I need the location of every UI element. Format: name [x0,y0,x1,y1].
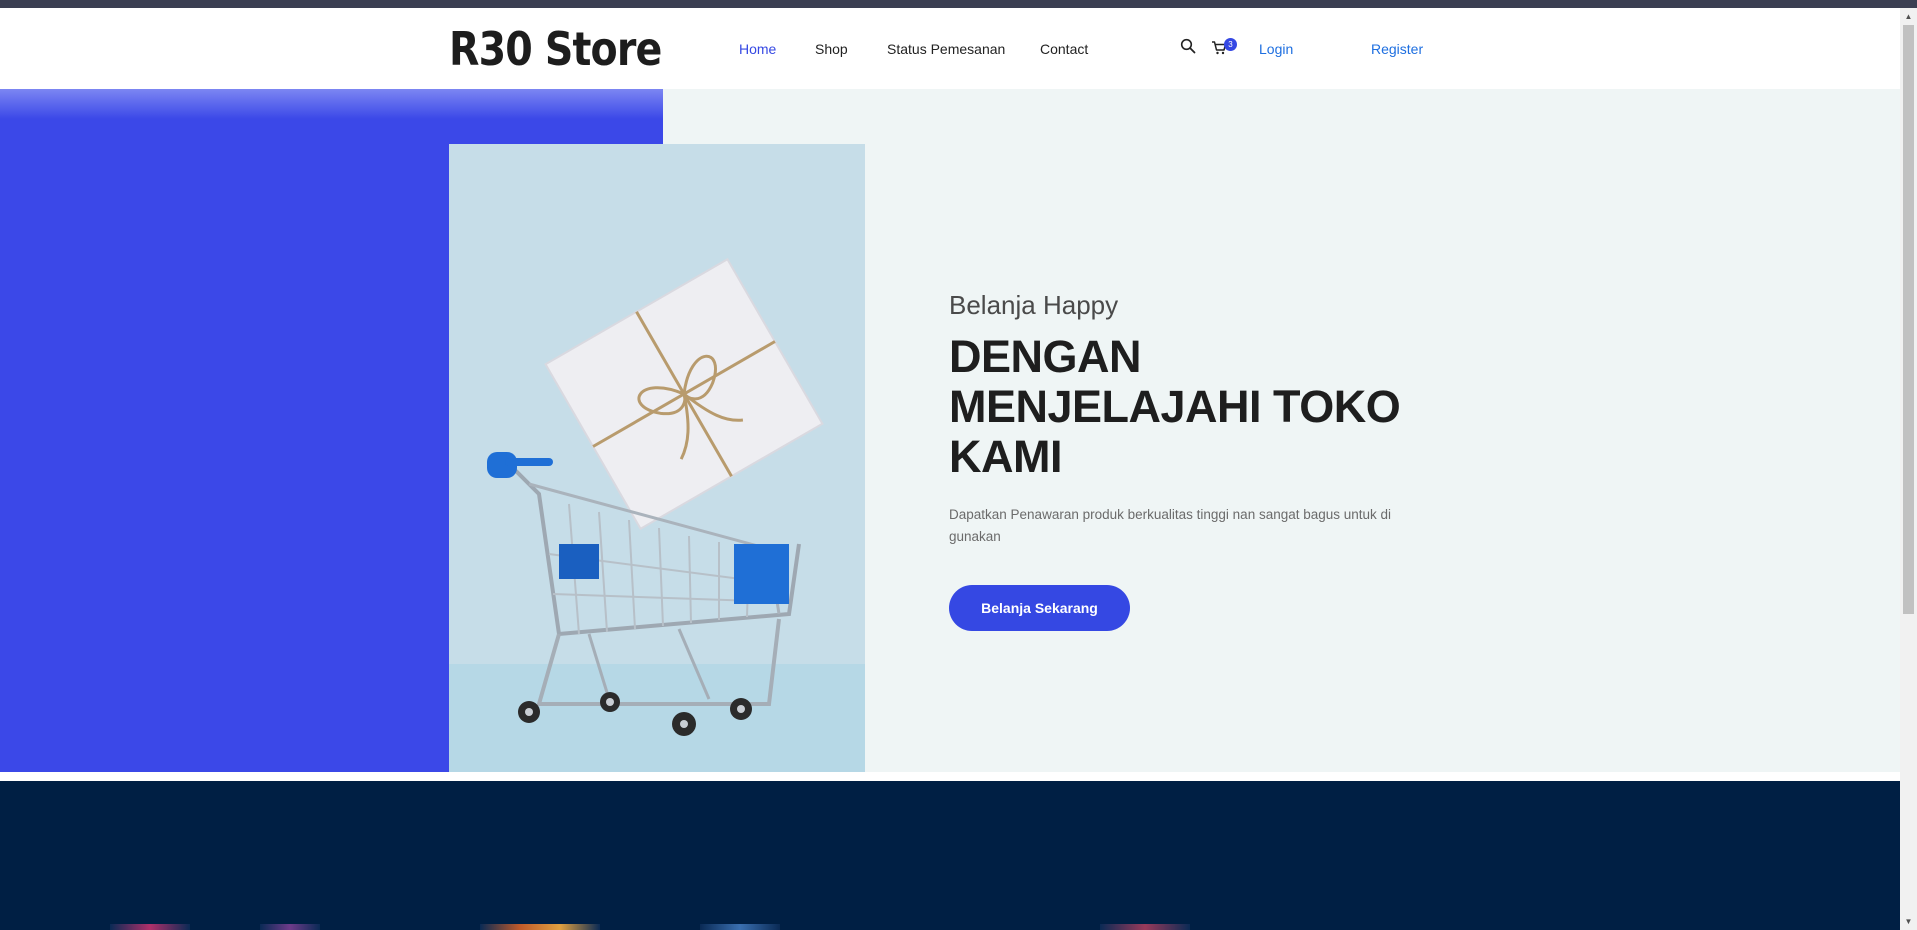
shopping-cart-gift-illustration [487,257,824,736]
nav-status-pemesanan[interactable]: Status Pemesanan [887,41,1005,57]
glow-strip [700,924,780,930]
nav-home[interactable]: Home [739,41,776,57]
hero-product-image [449,144,865,772]
cart-count-badge: 3 [1224,38,1237,51]
glow-strip [260,924,320,930]
glow-strip [480,924,600,930]
nav-contact[interactable]: Contact [1040,41,1088,57]
register-link[interactable]: Register [1371,41,1423,57]
dark-banner-section [0,781,1900,930]
glow-strip [110,924,190,930]
page-scrollbar[interactable]: ▲ ▼ [1900,8,1917,930]
glow-strip [1100,924,1190,930]
scroll-down-arrow[interactable]: ▼ [1900,913,1917,930]
scrollbar-thumb[interactable] [1903,25,1914,614]
site-logo[interactable]: R30 Store [449,22,662,76]
hero-headline: DENGAN MENJELAJAHI TOKO KAMI [949,331,1401,482]
site-header: R30 Store Home Shop Status Pemesanan Con… [0,8,1900,89]
scroll-up-arrow[interactable]: ▲ [1900,8,1917,25]
shop-now-button[interactable]: Belanja Sekarang [949,585,1130,631]
hero-description: Dapatkan Penawaran produk berkualitas ti… [949,507,1392,544]
search-icon[interactable] [1180,38,1196,54]
login-link[interactable]: Login [1259,41,1293,57]
hero-subtitle: Belanja Happy [949,290,1119,320]
nav-shop[interactable]: Shop [815,41,848,57]
hero-blue-shadow [0,89,663,119]
browser-top-strip [0,0,1917,8]
